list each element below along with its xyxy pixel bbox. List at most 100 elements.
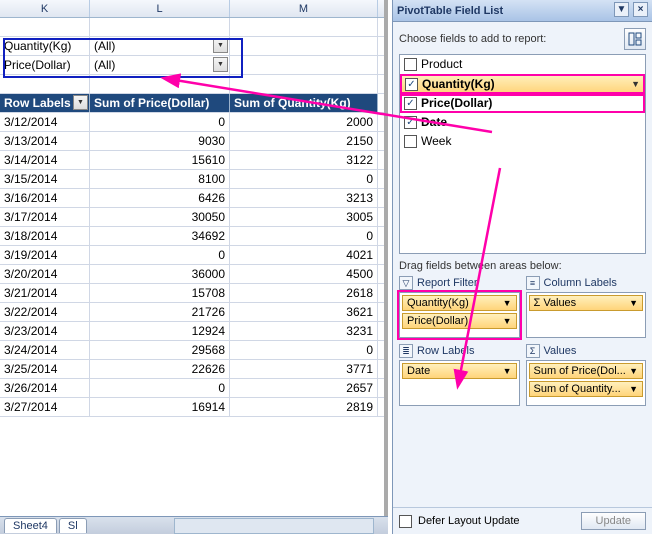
value1-cell[interactable]: 22626 xyxy=(90,360,230,378)
value2-cell[interactable]: 3213 xyxy=(230,189,378,207)
pane-title-bar: PivotTable Field List ▼ × xyxy=(393,0,652,22)
value2-cell[interactable]: 2150 xyxy=(230,132,378,150)
value1-cell[interactable]: 0 xyxy=(90,379,230,397)
filter-dropdown-2[interactable]: ▼ xyxy=(213,57,228,72)
value1-cell[interactable]: 30050 xyxy=(90,208,230,226)
chevron-down-icon[interactable]: ▼ xyxy=(631,79,640,89)
value1-cell[interactable]: 16914 xyxy=(90,398,230,416)
chevron-down-icon[interactable]: ▼ xyxy=(629,366,638,376)
tab-sheet4[interactable]: Sheet4 xyxy=(4,518,57,533)
date-cell[interactable]: 3/15/2014 xyxy=(0,170,90,188)
pane-menu-icon[interactable]: ▼ xyxy=(614,2,629,17)
field-item-price-dollar-[interactable]: ✓Price(Dollar) xyxy=(400,94,645,113)
filter-label-1[interactable]: Quantity(Kg) xyxy=(0,37,90,55)
value1-cell[interactable]: 29568 xyxy=(90,341,230,359)
value1-cell[interactable]: 6426 xyxy=(90,189,230,207)
value1-cell[interactable]: 0 xyxy=(90,246,230,264)
checkbox-icon[interactable]: ✓ xyxy=(404,116,417,129)
area-report-filter-list[interactable]: Quantity(Kg)▼ Price(Dollar)▼ xyxy=(399,292,520,338)
value1-cell[interactable]: 9030 xyxy=(90,132,230,150)
date-cell[interactable]: 3/27/2014 xyxy=(0,398,90,416)
date-cell[interactable]: 3/16/2014 xyxy=(0,189,90,207)
value2-cell[interactable]: 3231 xyxy=(230,322,378,340)
column-header-l[interactable]: L xyxy=(90,0,230,17)
value1-cell[interactable]: 8100 xyxy=(90,170,230,188)
chevron-down-icon[interactable]: ▼ xyxy=(629,298,638,308)
checkbox-icon[interactable] xyxy=(404,135,417,148)
filter-dropdown-1[interactable]: ▼ xyxy=(213,38,228,53)
col2-header[interactable]: Sum of Quantity(Kg) xyxy=(230,94,378,112)
date-cell[interactable]: 3/13/2014 xyxy=(0,132,90,150)
chevron-down-icon[interactable]: ▼ xyxy=(503,316,512,326)
pane-close-icon[interactable]: × xyxy=(633,2,648,17)
checkbox-icon[interactable] xyxy=(404,58,417,71)
layout-options-button[interactable] xyxy=(624,28,646,50)
value2-cell[interactable]: 3621 xyxy=(230,303,378,321)
date-cell[interactable]: 3/20/2014 xyxy=(0,265,90,283)
date-cell[interactable]: 3/25/2014 xyxy=(0,360,90,378)
date-cell[interactable]: 3/23/2014 xyxy=(0,322,90,340)
value2-cell[interactable]: 3005 xyxy=(230,208,378,226)
horizontal-scrollbar[interactable] xyxy=(174,518,374,534)
chevron-down-icon[interactable]: ▼ xyxy=(629,384,638,394)
value2-cell[interactable]: 4021 xyxy=(230,246,378,264)
row-labels-header[interactable]: Row Labels ▼ xyxy=(0,94,90,112)
date-cell[interactable]: 3/18/2014 xyxy=(0,227,90,245)
value1-cell[interactable]: 36000 xyxy=(90,265,230,283)
value1-cell[interactable]: 21726 xyxy=(90,303,230,321)
column-header-k[interactable]: K xyxy=(0,0,90,17)
date-cell[interactable]: 3/22/2014 xyxy=(0,303,90,321)
value2-cell[interactable]: 0 xyxy=(230,227,378,245)
filter-value-1[interactable]: (All) ▼ xyxy=(90,37,230,55)
field-list[interactable]: Product✓Quantity(Kg)▼✓Price(Dollar)✓Date… xyxy=(399,54,646,254)
value2-cell[interactable]: 4500 xyxy=(230,265,378,283)
chevron-down-icon[interactable]: ▼ xyxy=(503,366,512,376)
value2-cell[interactable]: 0 xyxy=(230,170,378,188)
update-button[interactable]: Update xyxy=(581,512,646,530)
table-row: 3/16/201464263213 xyxy=(0,189,384,208)
area-chip[interactable]: Price(Dollar)▼ xyxy=(402,313,517,329)
field-item-product[interactable]: Product xyxy=(400,55,645,74)
value1-cell[interactable]: 15610 xyxy=(90,151,230,169)
value1-cell[interactable]: 0 xyxy=(90,113,230,131)
defer-checkbox[interactable] xyxy=(399,515,412,528)
column-header-m[interactable]: M xyxy=(230,0,378,17)
chevron-down-icon[interactable]: ▼ xyxy=(503,298,512,308)
value2-cell[interactable]: 2618 xyxy=(230,284,378,302)
area-chip[interactable]: Quantity(Kg)▼ xyxy=(402,295,517,311)
date-cell[interactable]: 3/21/2014 xyxy=(0,284,90,302)
checkbox-icon[interactable]: ✓ xyxy=(405,78,418,91)
filter-label-2[interactable]: Price(Dollar) xyxy=(0,56,90,74)
area-chip[interactable]: Date▼ xyxy=(402,363,517,379)
area-values-list[interactable]: Sum of Price(Dol...▼ Sum of Quantity...▼ xyxy=(526,360,647,406)
date-cell[interactable]: 3/14/2014 xyxy=(0,151,90,169)
value1-cell[interactable]: 15708 xyxy=(90,284,230,302)
area-report-filter: ▽ Report Filter Quantity(Kg)▼Price(Dolla… xyxy=(399,276,520,338)
date-cell[interactable]: 3/12/2014 xyxy=(0,113,90,131)
date-cell[interactable]: 3/17/2014 xyxy=(0,208,90,226)
area-column-labels-list[interactable]: Σ Values▼ xyxy=(526,292,647,338)
value2-cell[interactable]: 0 xyxy=(230,341,378,359)
filter-value-2[interactable]: (All) ▼ xyxy=(90,56,230,74)
value2-cell[interactable]: 3122 xyxy=(230,151,378,169)
value2-cell[interactable]: 3771 xyxy=(230,360,378,378)
area-chip[interactable]: Σ Values▼ xyxy=(529,295,644,311)
value2-cell[interactable]: 2657 xyxy=(230,379,378,397)
value1-cell[interactable]: 34692 xyxy=(90,227,230,245)
date-cell[interactable]: 3/26/2014 xyxy=(0,379,90,397)
tab-next[interactable]: Sl xyxy=(59,518,87,533)
field-item-date[interactable]: ✓Date xyxy=(400,113,645,132)
row-labels-dropdown[interactable]: ▼ xyxy=(73,95,88,110)
value2-cell[interactable]: 2000 xyxy=(230,113,378,131)
value1-cell[interactable]: 12924 xyxy=(90,322,230,340)
area-chip[interactable]: Sum of Quantity...▼ xyxy=(529,381,644,397)
col1-header[interactable]: Sum of Price(Dollar) xyxy=(90,94,230,112)
date-cell[interactable]: 3/24/2014 xyxy=(0,341,90,359)
area-row-labels-list[interactable]: Date▼ xyxy=(399,360,520,406)
field-item-week[interactable]: Week xyxy=(400,132,645,151)
checkbox-icon[interactable]: ✓ xyxy=(404,97,417,110)
value2-cell[interactable]: 2819 xyxy=(230,398,378,416)
date-cell[interactable]: 3/19/2014 xyxy=(0,246,90,264)
field-item-quantity-kg-[interactable]: ✓Quantity(Kg)▼ xyxy=(400,74,645,94)
area-chip[interactable]: Sum of Price(Dol...▼ xyxy=(529,363,644,379)
